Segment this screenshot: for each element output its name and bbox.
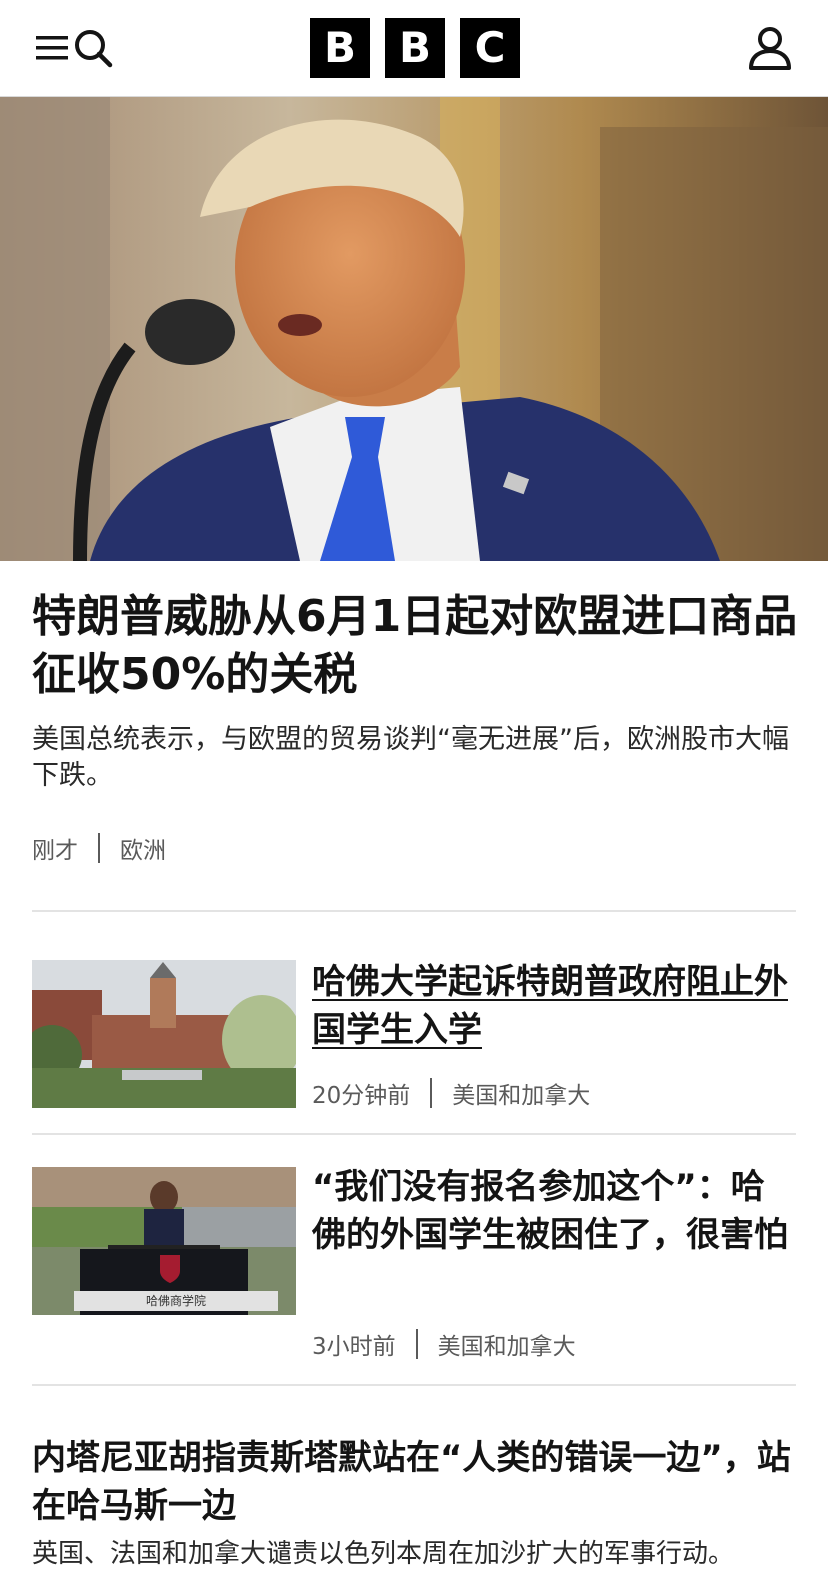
story-title-harvard-lawsuit[interactable]: 哈佛大学起诉特朗普政府阻止外国学生入学 (312, 958, 798, 1054)
divider (32, 910, 796, 912)
logo-letter-b1: B (310, 18, 370, 78)
section-link[interactable]: 美国和加拿大 (452, 1076, 590, 1110)
story-thumbnail-harvard-students[interactable]: 哈佛商学院 (32, 1167, 296, 1315)
sign-caption: 哈佛商学院 (146, 1293, 206, 1308)
story-meta: 20分钟前 美国和加拿大 (312, 1077, 590, 1109)
section-link[interactable]: 欧洲 (120, 831, 166, 865)
section-link[interactable]: 美国和加拿大 (438, 1327, 576, 1361)
lead-story-meta: 刚才 欧洲 (32, 832, 166, 864)
harvard-campus-photo (32, 960, 296, 1108)
timestamp: 刚才 (32, 838, 78, 864)
meta-separator (98, 833, 100, 863)
story-thumbnail-harvard[interactable] (32, 960, 296, 1108)
story-title-netanyahu[interactable]: 内塔尼亚胡指责斯塔默站在“人类的错误一边”，站在哈马斯一边 (32, 1434, 802, 1530)
divider (32, 1384, 796, 1386)
story-meta: 3小时前 美国和加拿大 (312, 1328, 576, 1360)
story-title-harvard-students[interactable]: “我们没有报名参加这个”：哈佛的外国学生被困住了，很害怕 (312, 1163, 798, 1259)
logo-letter-b2: B (385, 18, 445, 78)
search-icon (75, 30, 113, 68)
meta-separator (415, 1329, 418, 1359)
meta-separator (430, 1078, 433, 1108)
harvard-business-school-photo: 哈佛商学院 (32, 1167, 296, 1315)
lead-story-image[interactable] (0, 97, 828, 561)
timestamp: 3小时前 (312, 1334, 396, 1360)
bbc-logo[interactable]: B B C (310, 18, 520, 78)
hero-photo (0, 97, 828, 561)
logo-letter-c: C (460, 18, 520, 78)
divider (32, 1133, 796, 1135)
lead-story-summary: 美国总统表示，与欧盟的贸易谈判“毫无进展”后，欧洲股市大幅下跌。 (32, 724, 789, 791)
site-header: B B C (0, 0, 828, 97)
account-icon (749, 27, 791, 70)
menu-icon (36, 36, 68, 60)
account-button[interactable] (746, 24, 794, 72)
timestamp: 20分钟前 (312, 1083, 411, 1109)
story-summary-netanyahu: 英国、法国和加拿大谴责以色列本周在加沙扩大的军事行动。 (32, 1539, 735, 1569)
menu-search-button[interactable] (34, 26, 116, 70)
lead-story-title[interactable]: 特朗普威胁从6月1日起对欧盟进口商品征收50%的关税 (32, 588, 802, 704)
